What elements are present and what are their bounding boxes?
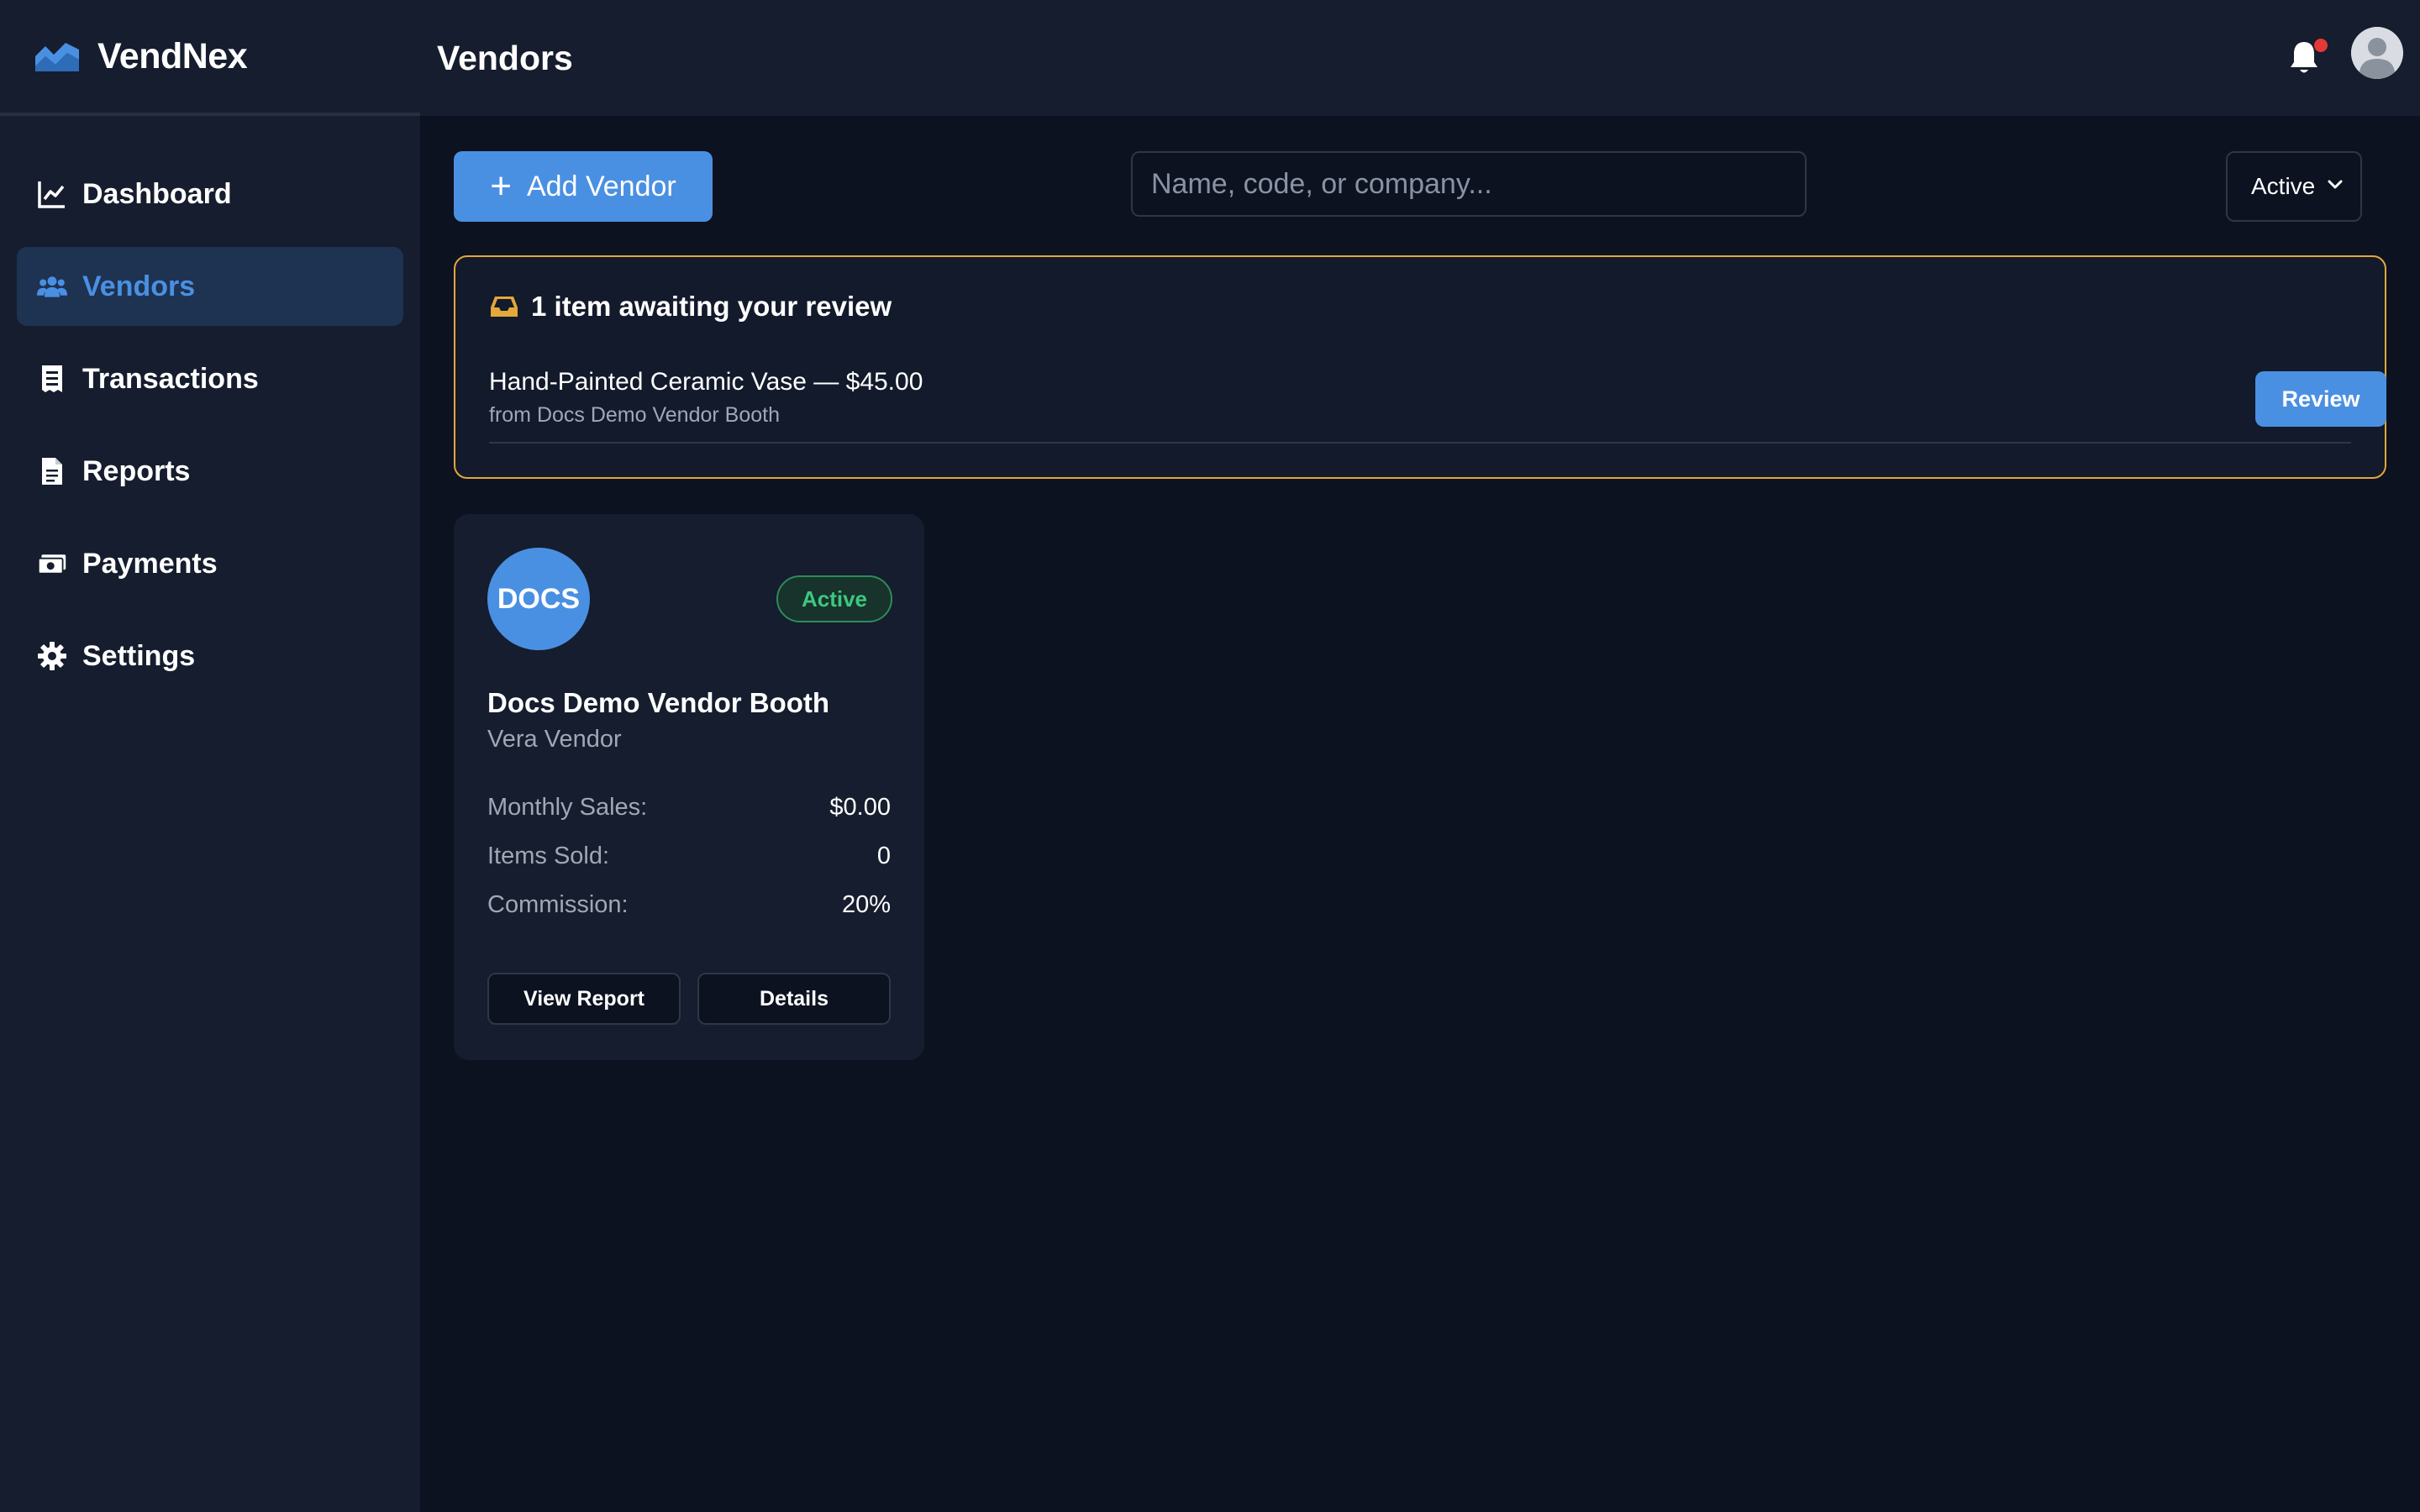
sidebar-nav: Dashboard Vendors Transactions Reports P… <box>0 116 420 696</box>
stat-value: $0.00 <box>829 794 891 821</box>
sidebar-item-transactions[interactable]: Transactions <box>17 339 403 418</box>
stat-row-commission: Commission: 20% <box>487 891 891 919</box>
stat-row-items-sold: Items Sold: 0 <box>487 843 891 870</box>
stat-label: Monthly Sales: <box>487 794 648 821</box>
sidebar-item-label: Transactions <box>82 362 259 395</box>
wave-logo-icon <box>35 43 79 71</box>
review-header: 1 item awaiting your review <box>489 291 892 323</box>
chevron-down-icon <box>2328 180 2343 189</box>
review-item-source: from Docs Demo Vendor Booth <box>489 403 780 427</box>
review-title: 1 item awaiting your review <box>531 291 892 322</box>
chart-line-icon <box>35 177 69 211</box>
money-icon <box>35 547 69 580</box>
app-name: VendNex <box>97 35 248 76</box>
view-report-button[interactable]: View Report <box>487 973 681 1025</box>
sidebar-item-label: Dashboard <box>82 177 232 210</box>
vendor-card: DOCS Active Docs Demo Vendor Booth Vera … <box>454 514 924 1060</box>
sidebar-item-label: Reports <box>82 454 191 487</box>
user-avatar-icon[interactable] <box>2351 27 2403 79</box>
vendor-logo: DOCS <box>487 548 590 650</box>
inbox-icon <box>491 297 518 317</box>
review-divider <box>489 442 2351 444</box>
sidebar-item-label: Vendors <box>82 270 196 302</box>
vendor-search-input[interactable] <box>1131 151 1807 217</box>
top-header: Vendors <box>420 0 2420 116</box>
sidebar-item-settings[interactable]: Settings <box>17 617 403 696</box>
stat-value: 20% <box>841 891 891 918</box>
stat-row-monthly-sales: Monthly Sales: $0.00 <box>487 794 891 822</box>
sidebar-item-reports[interactable]: Reports <box>17 432 403 511</box>
sidebar-item-payments[interactable]: Payments <box>17 524 403 603</box>
app-root: VendNex Dashboard Vendors Transactions R… <box>0 0 2420 1512</box>
stat-label: Items Sold: <box>487 843 610 869</box>
stat-value: 0 <box>876 843 891 869</box>
notification-badge <box>2314 39 2328 52</box>
sidebar-item-dashboard[interactable]: Dashboard <box>17 155 403 234</box>
plus-icon: + <box>490 165 512 207</box>
sidebar-item-label: Settings <box>82 639 196 672</box>
status-filter-select[interactable]: Active <box>2226 151 2362 222</box>
vendor-name: Docs Demo Vendor Booth <box>487 687 830 718</box>
sidebar-item-vendors[interactable]: Vendors <box>17 247 403 326</box>
stat-label: Commission: <box>487 891 629 918</box>
sidebar: VendNex Dashboard Vendors Transactions R… <box>0 0 420 1512</box>
review-item-name: Hand-Painted Ceramic Vase — $45.00 <box>489 368 923 396</box>
main-content: + Add Vendor Active 1 item awaiting your… <box>420 116 2420 1512</box>
sidebar-item-label: Payments <box>82 547 218 580</box>
gear-icon <box>35 639 69 673</box>
review-button[interactable]: Review <box>2255 371 2386 427</box>
add-vendor-label: Add Vendor <box>527 170 676 202</box>
file-icon <box>35 454 69 488</box>
details-button[interactable]: Details <box>697 973 891 1025</box>
add-vendor-button[interactable]: + Add Vendor <box>454 151 713 222</box>
status-filter-value: Active <box>2251 173 2316 199</box>
brand[interactable]: VendNex <box>0 0 420 116</box>
users-icon <box>35 270 69 303</box>
review-panel: 1 item awaiting your review Hand-Painted… <box>454 255 2386 479</box>
vendor-contact: Vera Vendor <box>487 726 622 753</box>
status-badge: Active <box>776 575 892 622</box>
receipt-icon <box>35 362 69 396</box>
page-title: Vendors <box>437 38 573 77</box>
